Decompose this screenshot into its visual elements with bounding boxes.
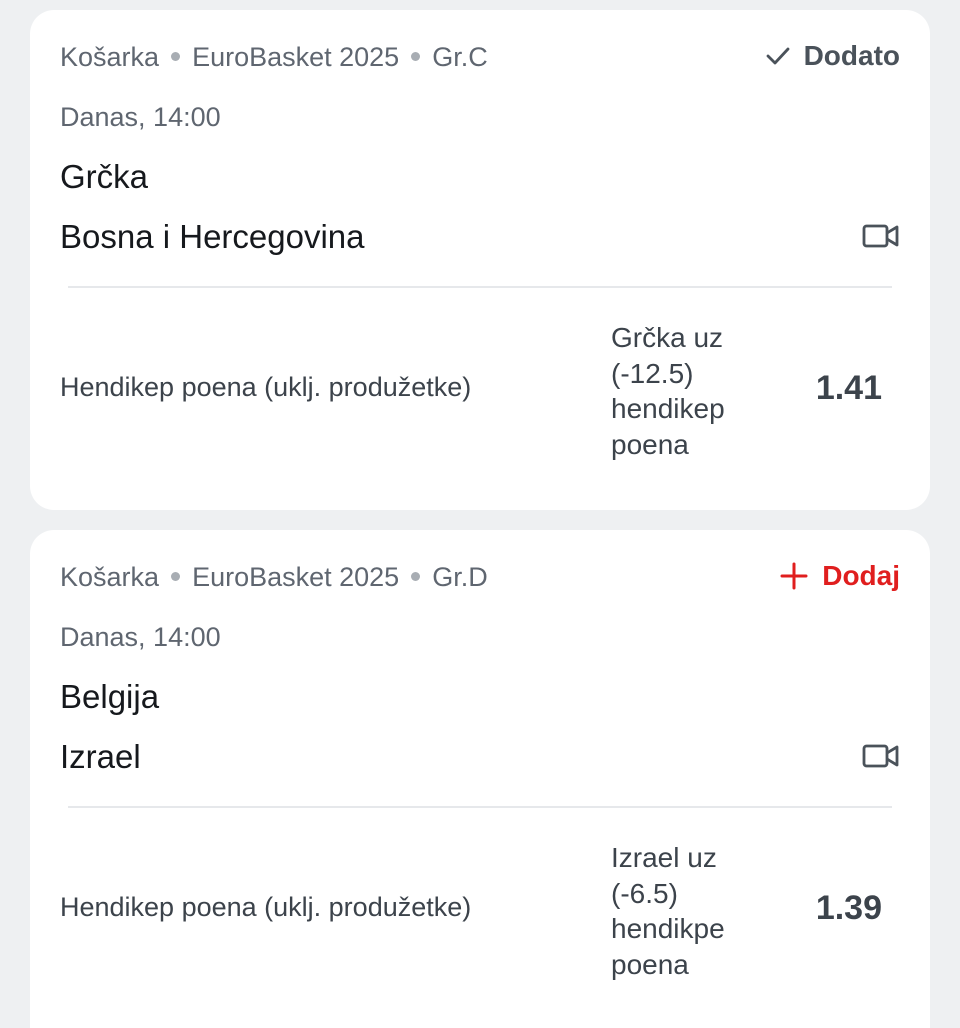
action-label: Dodato — [803, 40, 900, 71]
event-card: Košarka EuroBasket 2025 Gr.C Dodato Danas,… — [30, 10, 930, 510]
divider — [68, 286, 892, 288]
odds-value[interactable]: 1.39 — [816, 889, 882, 928]
event-meta: Košarka EuroBasket 2025 Gr.D — [60, 562, 488, 593]
selection-label[interactable]: Grčka uz (-12.5) hendikep poena — [611, 320, 781, 462]
group-label: Gr.D — [432, 562, 488, 592]
event-time: Danas, 14:00 — [60, 622, 221, 652]
video-camera-icon[interactable] — [862, 222, 900, 250]
group-label: Gr.C — [432, 42, 488, 72]
sport-label: Košarka — [60, 562, 160, 592]
event-meta: Košarka EuroBasket 2025 Gr.C — [60, 42, 488, 73]
sport-label: Košarka — [60, 42, 160, 72]
competition-label: EuroBasket 2025 — [192, 562, 400, 592]
market-name: Hendikep poena (uklj. produžetke) — [60, 372, 472, 402]
add-button[interactable]: Dodaj — [780, 560, 900, 592]
away-team: Bosna i Hercegovina — [60, 218, 365, 255]
event-time: Danas, 14:00 — [60, 102, 221, 132]
divider — [68, 806, 892, 808]
plus-icon — [780, 562, 808, 590]
video-camera-icon[interactable] — [862, 742, 900, 770]
market-name: Hendikep poena (uklj. produžetke) — [60, 892, 472, 922]
checkmark-icon — [766, 47, 789, 65]
event-card: Košarka EuroBasket 2025 Gr.D Dodaj Danas, … — [30, 530, 930, 1028]
separator-dot — [171, 52, 181, 62]
home-team: Grčka — [60, 158, 149, 195]
competition-label: EuroBasket 2025 — [192, 42, 400, 72]
separator-dot — [171, 572, 181, 582]
added-button[interactable]: Dodato — [766, 40, 900, 72]
separator-dot — [411, 52, 421, 62]
home-team: Belgija — [60, 678, 160, 715]
action-label: Dodaj — [822, 560, 900, 591]
away-team: Izrael — [60, 738, 141, 775]
selection-label[interactable]: Izrael uz (-6.5) hendikpe poena — [611, 840, 781, 982]
separator-dot — [411, 572, 421, 582]
odds-value[interactable]: 1.41 — [816, 369, 882, 408]
